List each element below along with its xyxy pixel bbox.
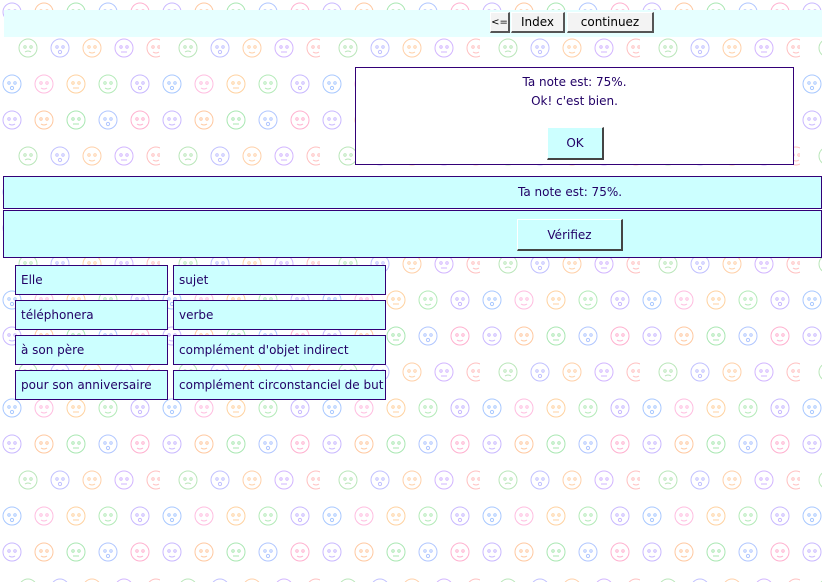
word-cell: téléphonera	[15, 300, 168, 330]
function-cell[interactable]: complément circonstanciel de but	[173, 370, 386, 400]
score-bar: Ta note est: 75%.	[3, 176, 822, 209]
continue-button[interactable]: continuez	[567, 12, 654, 33]
word-cell: à son père	[15, 335, 168, 365]
index-button[interactable]: Index	[511, 12, 565, 33]
dialog-score-text: Ta note est: 75%.	[522, 75, 627, 89]
score-feedback-dialog: Ta note est: 75%. Ok! c'est bien. OK	[355, 67, 794, 165]
verify-button[interactable]: Vérifiez	[517, 219, 623, 251]
ok-button[interactable]: OK	[547, 127, 604, 160]
back-button[interactable]: <=	[490, 12, 510, 33]
word-cell: pour son anniversaire	[15, 370, 168, 400]
score-text: Ta note est: 75%.	[518, 185, 623, 199]
function-cell[interactable]: verbe	[173, 300, 386, 330]
verify-bar: Vérifiez	[3, 210, 822, 258]
function-cell[interactable]: complément d'objet indirect	[173, 335, 386, 365]
function-cell[interactable]: sujet	[173, 265, 386, 295]
word-cell: Elle	[15, 265, 168, 295]
dialog-message: Ok! c'est bien.	[531, 94, 618, 108]
top-navigation-bar: <= Index continuez	[4, 10, 822, 37]
